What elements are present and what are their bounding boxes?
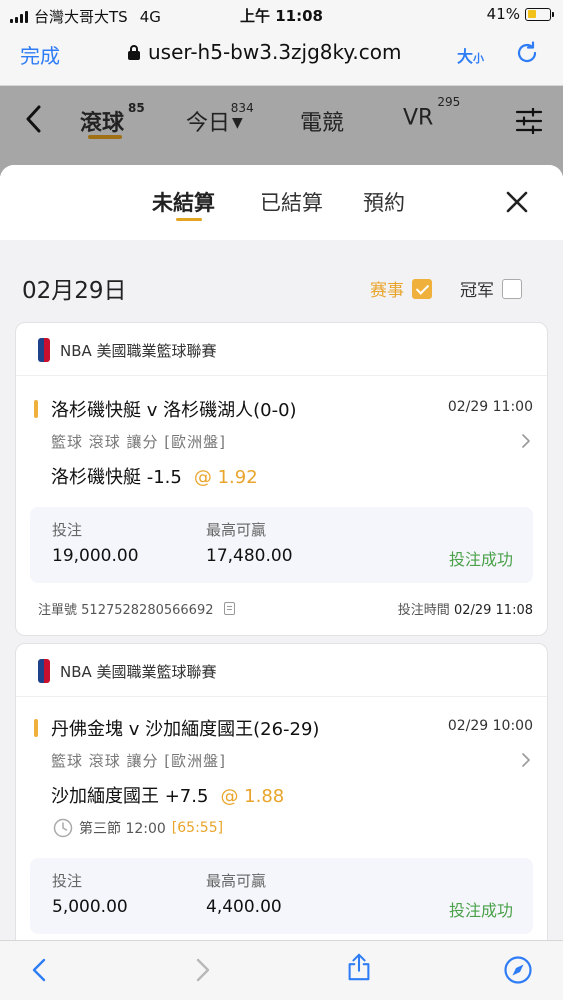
close-icon[interactable] [504, 189, 530, 215]
pick-selection: 沙加緬度國王 +7.5 [51, 786, 209, 807]
period-time: 第三節 12:00 [79, 821, 166, 837]
stake-summary: 投注 5,000.00 最高可贏 4,400.00 投注成功 [30, 858, 533, 934]
browser-forward-icon[interactable] [187, 955, 217, 985]
bet-record-sheet: 未結算 已結算 預約 02月29日 赛事 冠军 NBA 美國職業籃球聯賽 洛杉磯… [0, 165, 563, 940]
league-name: NBA 美國職業籃球聯賽 [60, 341, 217, 360]
filter-label: 冠军 [460, 281, 494, 301]
pick-selection: 洛杉磯快艇 -1.5 [51, 467, 182, 488]
nav-tab-esports[interactable]: 電競 [300, 105, 344, 137]
bet-pick: 洛杉磯快艇 -1.5 @ 1.92 [51, 463, 258, 489]
filter-outright-checkbox[interactable]: 冠军 [460, 276, 522, 301]
divider [16, 696, 547, 697]
bet-card[interactable]: NBA 美國職業籃球聯賽 洛杉磯快艇 v 洛杉磯湖人(0-0) 02/29 11… [15, 322, 548, 636]
app-top-nav: 滾球85 今日 ▼834 電競 VR295 [0, 86, 563, 176]
league-name: NBA 美國職業籃球聯賽 [60, 662, 217, 681]
text-size-small-label: 小 [473, 52, 485, 65]
order-label: 注單號 [38, 603, 78, 618]
battery-icon [525, 7, 554, 21]
order-number: 5127528280566692 [81, 603, 214, 618]
text-size-large-label: 大 [457, 47, 474, 66]
bet-status: 投注成功 [448, 550, 513, 569]
bet-time-row: 投注時間 02/29 11:08 [398, 599, 533, 618]
browser-address-bar: 完成 user-h5-bw3.3zjg8ky.com 大小 [0, 30, 563, 86]
sheet-header: 未結算 已結算 預約 [0, 165, 563, 240]
match-accent-bar [34, 719, 38, 737]
url-field[interactable]: user-h5-bw3.3zjg8ky.com [128, 40, 401, 64]
filter-label: 赛事 [370, 281, 404, 301]
game-period: 第三節 12:00 [65:55] [53, 818, 223, 838]
max-win-value: 17,480.00 [206, 546, 293, 566]
bet-pick: 沙加緬度國王 +7.5 @ 1.88 [51, 782, 284, 808]
pick-odds: @ 1.92 [193, 467, 258, 488]
nba-logo-icon [38, 338, 50, 362]
match-time: 02/29 11:00 [447, 399, 533, 415]
bet-time-label: 投注時間 [397, 603, 450, 618]
bet-type: 籃球 滾球 讓分 [歐洲盤] [51, 752, 227, 770]
clock: 上午 11:08 [240, 7, 323, 25]
bet-card[interactable]: NBA 美國職業籃球聯賽 丹佛金塊 v 沙加緬度國王(26-29) 02/29 … [15, 643, 548, 940]
nav-tab-count: 834 [230, 100, 254, 115]
checkbox-checked-icon [412, 278, 432, 299]
done-button[interactable]: 完成 [20, 40, 60, 69]
match-name: 丹佛金塊 v 沙加緬度國王(26-29) [51, 719, 320, 740]
tab-unsettled[interactable]: 未結算 [152, 187, 215, 217]
nav-tab-label: VR [403, 105, 434, 131]
stake-label: 投注 [52, 521, 83, 539]
stake-value: 19,000.00 [52, 546, 139, 566]
max-win-label: 最高可贏 [206, 521, 267, 539]
max-win-value: 4,400.00 [206, 897, 282, 917]
tab-active-indicator [176, 218, 202, 221]
filter-event-checkbox[interactable]: 赛事 [370, 276, 432, 301]
battery-percent: 41% [486, 5, 520, 23]
match-time: 02/29 10:00 [447, 718, 533, 734]
nav-tab-label: 今日 [186, 111, 231, 136]
divider [16, 375, 547, 376]
browser-toolbar [0, 940, 563, 1000]
status-bar: 台灣大哥大TS 4G 上午 11:08 41% [0, 0, 563, 30]
tab-settled[interactable]: 已結算 [260, 187, 323, 217]
lock-icon [128, 44, 140, 60]
back-arrow-icon[interactable] [22, 104, 46, 134]
match-name: 洛杉磯快艇 v 洛杉磯湖人(0-0) [51, 400, 297, 421]
match-accent-bar [34, 400, 38, 418]
nav-tab-today[interactable]: 今日 ▼834 [186, 101, 254, 137]
browser-back-icon[interactable] [25, 955, 55, 985]
bet-type: 籃球 滾球 讓分 [歐洲盤] [51, 433, 227, 451]
nav-tab-count: 295 [437, 95, 461, 109]
nav-tab-label: 滾球 [80, 111, 125, 136]
filter-sliders-icon[interactable] [515, 108, 543, 134]
nav-active-indicator [88, 135, 122, 139]
nav-tab-label: 電競 [300, 111, 345, 136]
clock-icon [53, 818, 73, 838]
stake-summary: 投注 19,000.00 最高可贏 17,480.00 投注成功 [30, 507, 533, 583]
text-size-button[interactable]: 大小 [457, 43, 484, 67]
nba-logo-icon [38, 659, 50, 683]
nav-tab-live[interactable]: 滾球85 [80, 101, 145, 137]
league-row: NBA 美國職業籃球聯賽 [38, 337, 217, 363]
compass-icon[interactable] [503, 955, 533, 985]
bet-time: 02/29 11:08 [453, 603, 533, 618]
reload-icon[interactable] [514, 40, 540, 66]
period-score: [65:55] [171, 820, 224, 836]
nav-tab-vr[interactable]: VR295 [403, 95, 460, 131]
bet-status: 投注成功 [448, 901, 513, 920]
chevron-right-icon[interactable] [521, 433, 531, 449]
stake-label: 投注 [52, 872, 83, 890]
chevron-right-icon[interactable] [521, 752, 531, 768]
tab-reserved[interactable]: 預約 [363, 187, 405, 217]
card-footer: 注單號 5127528280566692 投注時間 02/29 11:08 [38, 599, 533, 618]
league-row: NBA 美國職業籃球聯賽 [38, 658, 217, 684]
copy-icon[interactable] [223, 602, 235, 615]
max-win-label: 最高可贏 [206, 872, 267, 890]
checkbox-empty-icon [502, 278, 522, 299]
url-text: user-h5-bw3.3zjg8ky.com [148, 40, 402, 64]
pick-odds: @ 1.88 [220, 786, 285, 807]
share-icon[interactable] [344, 952, 374, 982]
stake-value: 5,000.00 [52, 897, 128, 917]
date-header: 02月29日 [22, 278, 127, 304]
caret-down-icon: ▼ [232, 115, 243, 131]
nav-tab-count: 85 [128, 100, 145, 115]
